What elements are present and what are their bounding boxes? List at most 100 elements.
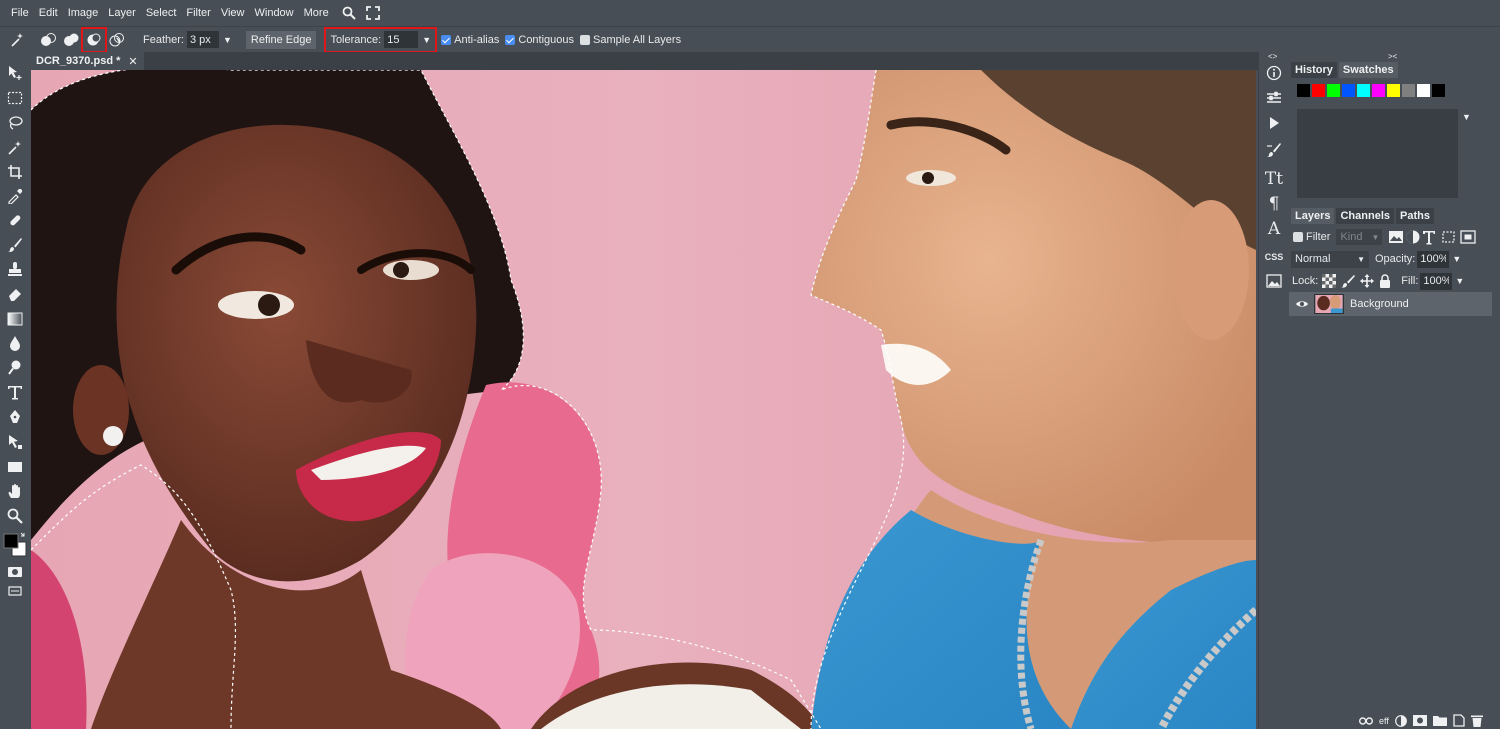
quick-mask-icon[interactable] [6,563,24,581]
adjustment-layer-icon[interactable] [1394,714,1407,727]
swatch-yellow[interactable] [1387,84,1400,97]
feather-dropdown-icon[interactable]: ▼ [223,35,232,45]
tab-paths[interactable]: Paths [1396,208,1434,224]
menu-image[interactable]: Image [63,7,104,19]
new-selection-icon[interactable] [37,29,59,51]
menu-edit[interactable]: Edit [34,7,63,19]
zoom-icon[interactable] [6,507,24,525]
hand-icon[interactable] [6,482,24,500]
subtract-selection-icon[interactable] [81,26,107,53]
glyphs-icon[interactable]: A [1265,219,1283,239]
swatch-blue[interactable] [1342,84,1355,97]
brush-icon[interactable] [6,236,24,254]
fill-dropdown-icon[interactable]: ▼ [1455,276,1464,286]
refine-edge-button[interactable]: Refine Edge [245,30,317,49]
stamp-icon[interactable] [6,260,24,278]
swatch-cyan[interactable] [1357,84,1370,97]
swatches-menu-icon[interactable]: ▼ [1462,112,1471,122]
new-layer-icon[interactable] [1453,714,1465,727]
tolerance-input[interactable] [384,31,419,48]
tolerance-dropdown-icon[interactable]: ▼ [422,35,431,45]
feather-input[interactable] [186,31,219,48]
image-icon[interactable] [1265,272,1283,290]
pen-icon[interactable] [6,408,24,426]
effects-icon[interactable]: eff [1379,716,1389,726]
blur-icon[interactable] [6,334,24,352]
intersect-selection-icon[interactable] [106,29,128,51]
trash-icon[interactable] [1470,714,1483,727]
document-canvas[interactable] [31,70,1256,729]
dodge-icon[interactable] [6,358,24,376]
tab-history[interactable]: History [1291,62,1337,78]
marquee-icon[interactable] [6,89,24,107]
layer-row[interactable]: Background [1289,292,1492,316]
folder-icon[interactable] [1432,715,1447,726]
adjustments-icon[interactable] [1265,89,1283,107]
eye-icon[interactable] [1295,299,1309,309]
filter-checkbox[interactable] [1293,232,1303,242]
tab-channels[interactable]: Channels [1336,208,1394,224]
swatch-gray[interactable] [1402,84,1415,97]
menu-filter[interactable]: Filter [181,7,215,19]
crop-icon[interactable] [6,163,24,181]
menu-file[interactable]: File [6,7,34,19]
lock-all-icon[interactable] [1379,274,1391,288]
menu-select[interactable]: Select [141,7,182,19]
menu-layer[interactable]: Layer [103,7,141,19]
tab-layers[interactable]: Layers [1291,208,1335,224]
tab-swatches[interactable]: Swatches [1338,62,1398,78]
shape-icon[interactable] [6,458,24,476]
fill-input[interactable] [1420,272,1453,290]
lock-pixels-icon[interactable] [1341,274,1356,288]
lock-transparency-icon[interactable] [1322,274,1337,288]
screen-mode-icon[interactable] [6,582,24,600]
document-tab[interactable]: DCR_9370.psd * ✕ [30,52,144,70]
fullscreen-icon[interactable] [364,4,382,22]
paragraph-icon[interactable]: ¶ [1265,194,1283,214]
lock-position-icon[interactable] [1360,274,1375,288]
mask-icon[interactable] [1412,715,1427,726]
healing-icon[interactable] [6,211,24,229]
info-icon[interactable] [1265,64,1283,82]
eraser-icon[interactable] [6,285,24,303]
anti-alias-checkbox[interactable]: Anti-alias [441,34,499,46]
swatch-black-2[interactable] [1432,84,1445,97]
menu-more[interactable]: More [299,7,334,19]
gradient-icon[interactable] [6,310,24,328]
close-icon[interactable]: ✕ [128,55,137,68]
css-icon[interactable]: CSS [1265,248,1284,266]
color-swatches-icon[interactable] [2,530,28,558]
blend-mode-value: Normal [1295,253,1331,265]
contiguous-checkbox[interactable]: Contiguous [505,34,574,46]
kind-select[interactable]: Kind ▼ [1336,229,1383,245]
type-icon[interactable] [6,383,24,401]
blend-mode-select[interactable]: Normal ▼ [1291,250,1369,268]
eyedropper-icon[interactable] [6,187,24,205]
opacity-dropdown-icon[interactable]: ▼ [1452,254,1461,264]
swatch-magenta[interactable] [1372,84,1385,97]
lasso-icon[interactable] [6,114,24,132]
swatch-red[interactable] [1312,84,1325,97]
swatch-black[interactable] [1297,84,1310,97]
swatch-green[interactable] [1327,84,1340,97]
swatches-area[interactable] [1297,109,1458,198]
menu-window[interactable]: Window [250,7,299,19]
add-selection-icon[interactable] [60,29,82,51]
brush-settings-icon[interactable] [1265,141,1283,159]
checkbox-checked-icon[interactable] [505,34,516,45]
character-icon[interactable]: Tt [1265,169,1283,189]
magic-wand-icon[interactable] [6,139,24,157]
menu-view[interactable]: View [216,7,250,19]
actions-icon[interactable] [1265,114,1283,132]
move-icon[interactable] [6,64,24,82]
collapse-toggle-icon[interactable]: <> [1268,52,1277,61]
opacity-input[interactable] [1417,250,1450,268]
path-select-icon[interactable] [6,433,24,451]
filter-kind-icons[interactable] [1388,229,1478,245]
checkbox-unchecked-icon[interactable] [580,34,591,45]
link-icon[interactable] [1359,716,1373,726]
sample-all-layers-checkbox[interactable]: Sample All Layers [580,34,681,46]
swatch-white[interactable] [1417,84,1430,97]
checkbox-checked-icon[interactable] [441,34,452,45]
search-icon[interactable] [340,4,358,22]
